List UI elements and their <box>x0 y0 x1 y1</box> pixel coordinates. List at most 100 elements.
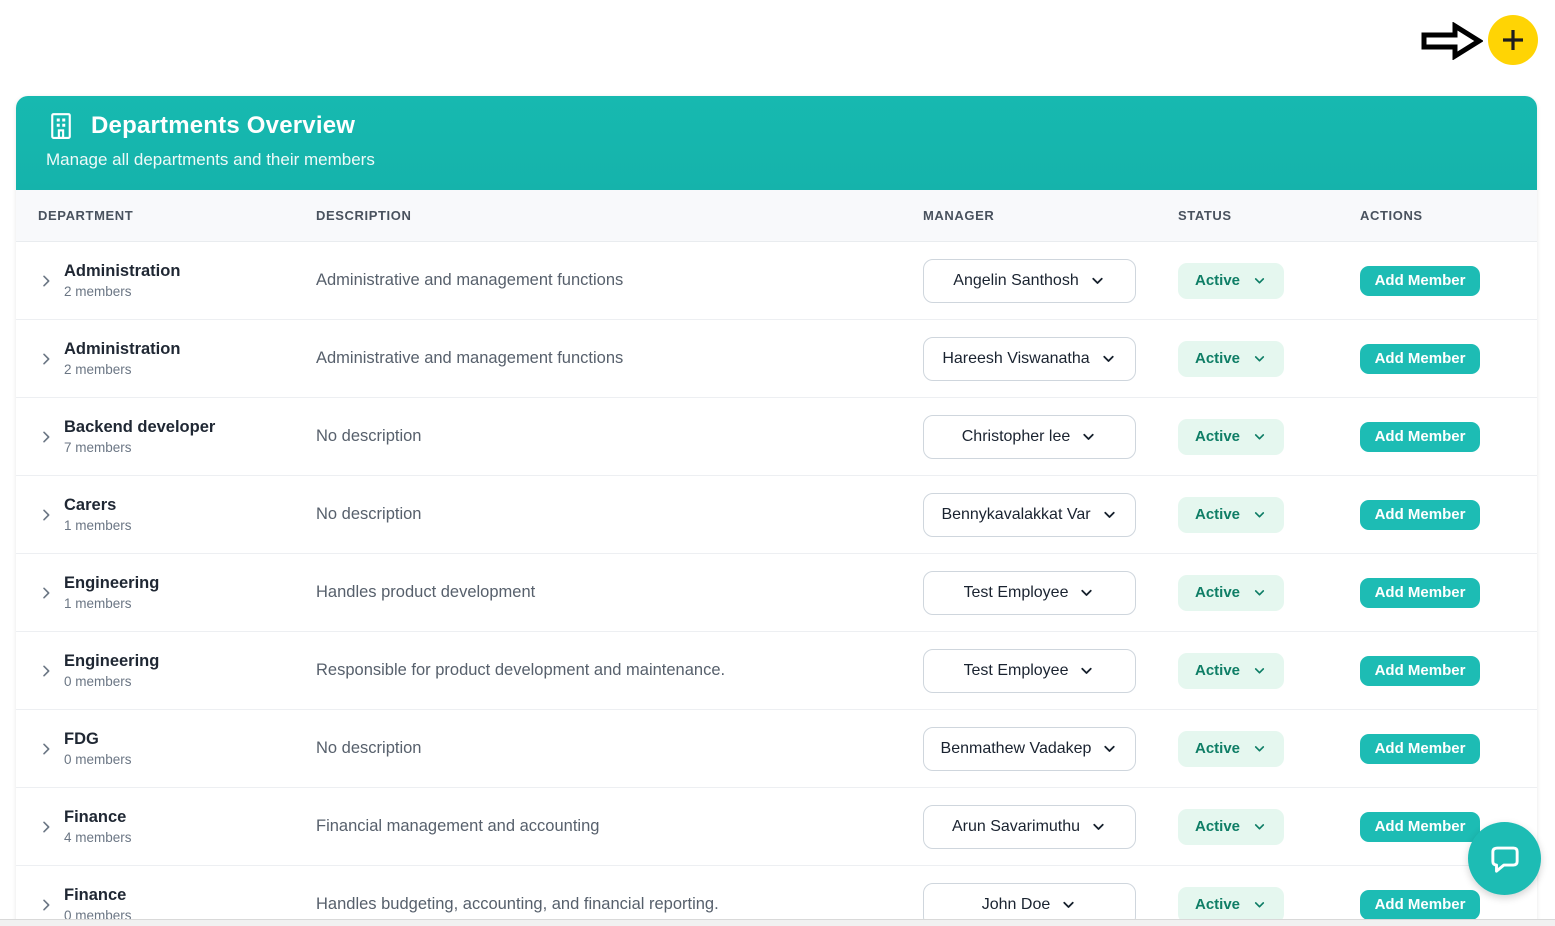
status-select[interactable]: Active <box>1178 263 1284 299</box>
status-label: Active <box>1195 740 1240 757</box>
departments-banner: Departments Overview Manage all departme… <box>16 96 1537 190</box>
manager-select[interactable]: Test Employee <box>923 571 1136 615</box>
expand-chevron-icon[interactable] <box>38 741 54 757</box>
expand-chevron-icon[interactable] <box>38 507 54 523</box>
member-count: 4 members <box>64 830 132 845</box>
table-body: Administration 2 members Administrative … <box>16 242 1537 926</box>
add-member-button[interactable]: Add Member <box>1360 266 1480 296</box>
chevron-down-icon <box>1252 897 1267 912</box>
chevron-down-icon <box>1090 818 1107 835</box>
table-row: Finance 0 members Handles budgeting, acc… <box>16 866 1537 926</box>
status-select[interactable]: Active <box>1178 341 1284 377</box>
expand-chevron-icon[interactable] <box>38 663 54 679</box>
add-member-button[interactable]: Add Member <box>1360 812 1480 842</box>
manager-name: Hareesh Viswanatha <box>942 350 1089 368</box>
department-name: Engineering <box>64 652 159 671</box>
table-row: FDG 0 members No description Benmathew V… <box>16 710 1537 788</box>
chevron-down-icon <box>1101 740 1118 757</box>
manager-select[interactable]: Hareesh Viswanatha <box>923 337 1136 381</box>
department-name: Carers <box>64 496 132 515</box>
status-select[interactable]: Active <box>1178 887 1284 923</box>
table-row: Carers 1 members No description Bennykav… <box>16 476 1537 554</box>
status-label: Active <box>1195 506 1240 523</box>
add-member-button[interactable]: Add Member <box>1360 578 1480 608</box>
status-select[interactable]: Active <box>1178 419 1284 455</box>
manager-name: Arun Savarimuthu <box>952 818 1080 836</box>
column-header-manager: MANAGER <box>923 208 1178 223</box>
member-count: 7 members <box>64 440 215 455</box>
column-header-description: DESCRIPTION <box>316 208 923 223</box>
manager-select[interactable]: Bennykavalakkat Var <box>923 493 1136 537</box>
status-select[interactable]: Active <box>1178 653 1284 689</box>
add-member-button[interactable]: Add Member <box>1360 890 1480 920</box>
table-row: Engineering 1 members Handles product de… <box>16 554 1537 632</box>
department-name: Administration <box>64 340 180 359</box>
plus-icon <box>1500 27 1526 53</box>
add-member-button[interactable]: Add Member <box>1360 734 1480 764</box>
column-header-status: STATUS <box>1178 208 1360 223</box>
table-row: Administration 2 members Administrative … <box>16 320 1537 398</box>
table-row: Finance 4 members Financial management a… <box>16 788 1537 866</box>
expand-chevron-icon[interactable] <box>38 819 54 835</box>
status-label: Active <box>1195 896 1240 913</box>
manager-select[interactable]: Benmathew Vadakep <box>923 727 1136 771</box>
chevron-down-icon <box>1080 428 1097 445</box>
add-member-button[interactable]: Add Member <box>1360 500 1480 530</box>
member-count: 1 members <box>64 596 159 611</box>
status-label: Active <box>1195 662 1240 679</box>
department-description: No description <box>316 505 923 524</box>
member-count: 2 members <box>64 284 180 299</box>
add-member-button[interactable]: Add Member <box>1360 344 1480 374</box>
status-label: Active <box>1195 584 1240 601</box>
chevron-down-icon <box>1252 429 1267 444</box>
department-description: Financial management and accounting <box>316 817 923 836</box>
department-description: Responsible for product development and … <box>316 661 923 680</box>
chevron-down-icon <box>1252 663 1267 678</box>
horizontal-scrollbar[interactable] <box>0 919 1555 926</box>
table-header: DEPARTMENT DESCRIPTION MANAGER STATUS AC… <box>16 190 1537 242</box>
department-description: Handles budgeting, accounting, and finan… <box>316 895 923 914</box>
manager-select[interactable]: Angelin Santhosh <box>923 259 1136 303</box>
chat-bubble-icon <box>1488 842 1522 876</box>
add-member-button[interactable]: Add Member <box>1360 422 1480 452</box>
status-select[interactable]: Active <box>1178 497 1284 533</box>
chevron-down-icon <box>1078 662 1095 679</box>
manager-name: Test Employee <box>964 584 1069 602</box>
manager-select[interactable]: Test Employee <box>923 649 1136 693</box>
chevron-down-icon <box>1101 506 1118 523</box>
department-name: Finance <box>64 886 132 905</box>
chevron-down-icon <box>1252 741 1267 756</box>
status-select[interactable]: Active <box>1178 575 1284 611</box>
member-count: 0 members <box>64 674 159 689</box>
expand-chevron-icon[interactable] <box>38 429 54 445</box>
manager-name: Bennykavalakkat Var <box>941 506 1090 524</box>
expand-chevron-icon[interactable] <box>38 273 54 289</box>
add-member-button[interactable]: Add Member <box>1360 656 1480 686</box>
column-header-actions: ACTIONS <box>1360 208 1537 223</box>
page-subtitle: Manage all departments and their members <box>46 150 1537 170</box>
department-description: Administrative and management functions <box>316 271 923 290</box>
department-name: Engineering <box>64 574 159 593</box>
status-label: Active <box>1195 818 1240 835</box>
column-header-department: DEPARTMENT <box>16 208 316 223</box>
member-count: 1 members <box>64 518 132 533</box>
manager-select[interactable]: Christopher lee <box>923 415 1136 459</box>
status-label: Active <box>1195 350 1240 367</box>
manager-name: John Doe <box>982 896 1051 914</box>
chevron-down-icon <box>1252 273 1267 288</box>
status-select[interactable]: Active <box>1178 809 1284 845</box>
expand-chevron-icon[interactable] <box>38 351 54 367</box>
topbar <box>0 0 1555 96</box>
chat-button[interactable] <box>1468 822 1541 895</box>
chevron-down-icon <box>1078 584 1095 601</box>
status-label: Active <box>1195 272 1240 289</box>
status-select[interactable]: Active <box>1178 731 1284 767</box>
table-row: Engineering 0 members Responsible for pr… <box>16 632 1537 710</box>
chevron-down-icon <box>1100 350 1117 367</box>
manager-select[interactable]: Arun Savarimuthu <box>923 805 1136 849</box>
chevron-down-icon <box>1060 896 1077 913</box>
add-department-button[interactable] <box>1488 15 1538 65</box>
expand-chevron-icon[interactable] <box>38 585 54 601</box>
department-name: Administration <box>64 262 180 281</box>
expand-chevron-icon[interactable] <box>38 897 54 913</box>
